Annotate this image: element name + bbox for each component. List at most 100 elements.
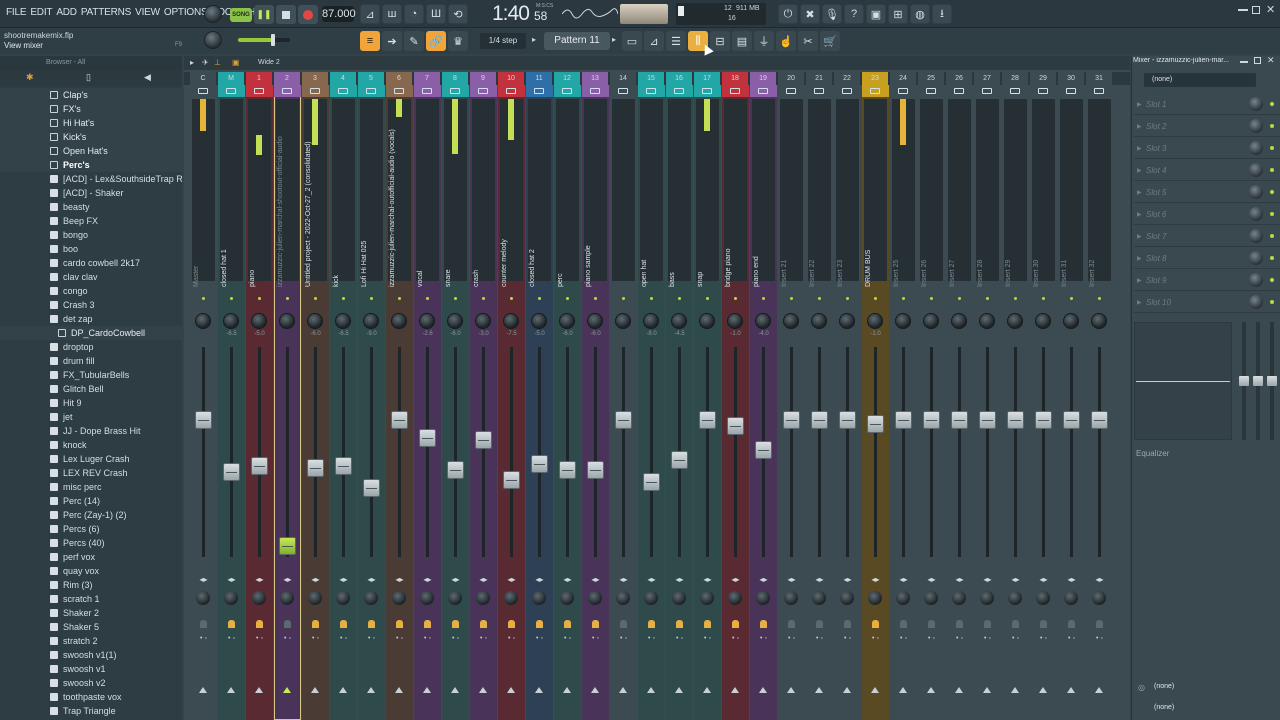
- route-send-icon[interactable]: [648, 620, 655, 628]
- fx-minimize-icon[interactable]: [1240, 61, 1248, 63]
- volume-fader[interactable]: [307, 459, 324, 477]
- track-enable-led[interactable]: [566, 297, 569, 300]
- stereo-knob[interactable]: [196, 591, 210, 605]
- slot-enable-led[interactable]: [1270, 168, 1274, 172]
- browser-file[interactable]: congo: [0, 284, 182, 298]
- track-enable-led[interactable]: [986, 297, 989, 300]
- menu-edit[interactable]: EDIT: [28, 7, 54, 18]
- track-enable-led[interactable]: [734, 297, 737, 300]
- fx-slot[interactable]: ▶ Slot 8: [1134, 248, 1280, 269]
- mixer-track-number[interactable]: 10: [498, 72, 524, 85]
- volume-fader[interactable]: [923, 411, 940, 429]
- volume-fader-track[interactable]: [874, 347, 877, 557]
- track-header[interactable]: [498, 85, 525, 97]
- volume-fader[interactable]: [839, 411, 856, 429]
- stereo-separation-icon[interactable]: ◂▸: [194, 575, 213, 584]
- channel-rack-view-button[interactable]: ⊟: [710, 31, 730, 51]
- volume-fader-track[interactable]: [958, 347, 961, 557]
- volume-fader[interactable]: [503, 471, 520, 489]
- route-send-icon[interactable]: [340, 620, 347, 628]
- mixer-track[interactable]: kick -6.5 ◂▸ • ◦: [330, 85, 357, 720]
- mixer-track[interactable]: Insert 27 ◂▸ • ◦: [946, 85, 973, 720]
- stereo-knob[interactable]: [672, 591, 686, 605]
- browser-file[interactable]: swoosh v2: [0, 676, 182, 690]
- track-enable-led[interactable]: [510, 297, 513, 300]
- help-button[interactable]: ?: [844, 4, 864, 24]
- tools-button[interactable]: ✖: [800, 4, 820, 24]
- pan-knob[interactable]: [755, 313, 771, 329]
- stereo-separation-icon[interactable]: ◂▸: [642, 575, 661, 584]
- route-dots-icon[interactable]: • ◦: [246, 635, 273, 642]
- stereo-separation-icon[interactable]: ◂▸: [1006, 575, 1025, 584]
- stereo-separation-icon[interactable]: ◂▸: [502, 575, 521, 584]
- track-enable-led[interactable]: [706, 297, 709, 300]
- mixer-track[interactable]: piano sample -6.0 ◂▸ • ◦: [582, 85, 609, 720]
- volume-fader-track[interactable]: [566, 347, 569, 557]
- mixer-layout-icon[interactable]: ▣: [232, 58, 240, 67]
- route-dots-icon[interactable]: • ◦: [526, 635, 553, 642]
- volume-fader-track[interactable]: [622, 347, 625, 557]
- browser-folder[interactable]: DP_CardoCowbell: [0, 326, 182, 340]
- stereo-separation-icon[interactable]: ◂▸: [670, 575, 689, 584]
- slot-expand-icon[interactable]: ▶: [1137, 167, 1142, 174]
- route-send-icon[interactable]: [1012, 620, 1019, 628]
- browser-file[interactable]: bongo: [0, 228, 182, 242]
- pan-knob[interactable]: [559, 313, 575, 329]
- browser-file[interactable]: [ACD] - Lex&SouthsideTrap Rim: [0, 172, 182, 186]
- menu-patterns[interactable]: PATTERNS: [79, 7, 133, 18]
- track-enable-led[interactable]: [370, 297, 373, 300]
- route-dots-icon[interactable]: • ◦: [666, 635, 693, 642]
- track-enable-led[interactable]: [958, 297, 961, 300]
- browser-file[interactable]: Perc (14): [0, 494, 182, 508]
- mixer-track-number[interactable]: 29: [1030, 72, 1056, 85]
- browser-file[interactable]: Shaker 2: [0, 606, 182, 620]
- track-header[interactable]: [862, 85, 889, 97]
- track-header[interactable]: [834, 85, 861, 97]
- pan-knob[interactable]: [923, 313, 939, 329]
- step-edit-button[interactable]: Ш: [426, 4, 446, 24]
- mixer-track-number[interactable]: 25: [918, 72, 944, 85]
- route-send-icon[interactable]: [704, 620, 711, 628]
- browser-file-icon[interactable]: ▯: [86, 72, 91, 83]
- mixer-track-number[interactable]: 17: [694, 72, 720, 85]
- mixer-track[interactable]: Insert 26 ◂▸ • ◦: [918, 85, 945, 720]
- stereo-separation-icon[interactable]: ◂▸: [614, 575, 633, 584]
- mixer-track[interactable]: closed hat 1 -6.5 ◂▸ • ◦: [218, 85, 245, 720]
- snap-selector[interactable]: 1/4 step: [480, 33, 526, 49]
- stereo-knob[interactable]: [616, 591, 630, 605]
- stereo-knob[interactable]: [728, 591, 742, 605]
- send-arrow-icon[interactable]: [1011, 687, 1019, 693]
- link-button[interactable]: 🔗: [426, 31, 446, 51]
- stereo-knob[interactable]: [560, 591, 574, 605]
- stereo-separation-icon[interactable]: ◂▸: [978, 575, 997, 584]
- stereo-separation-icon[interactable]: ◂▸: [1034, 575, 1053, 584]
- stereo-knob[interactable]: [364, 591, 378, 605]
- volume-fader-track[interactable]: [286, 347, 289, 557]
- fx-slot[interactable]: ▶ Slot 5: [1134, 182, 1280, 203]
- mixer-track[interactable]: Untitled project - 2022-Oct-27_2 (consol…: [302, 85, 329, 720]
- stereo-separation-icon[interactable]: ◂▸: [474, 575, 493, 584]
- route-dots-icon[interactable]: • ◦: [834, 635, 861, 642]
- pan-knob[interactable]: [895, 313, 911, 329]
- route-send-icon[interactable]: [1040, 620, 1047, 628]
- volume-fader-track[interactable]: [734, 347, 737, 557]
- stereo-separation-icon[interactable]: ◂▸: [334, 575, 353, 584]
- volume-fader[interactable]: [979, 411, 996, 429]
- close-icon[interactable]: ✕: [1266, 3, 1275, 16]
- volume-fader-track[interactable]: [930, 347, 933, 557]
- undo-history-button[interactable]: ⏻: [778, 4, 798, 24]
- route-send-icon[interactable]: [368, 620, 375, 628]
- volume-fader[interactable]: [391, 411, 408, 429]
- fx-slot[interactable]: ▶ Slot 6: [1134, 204, 1280, 225]
- track-enable-led[interactable]: [678, 297, 681, 300]
- pan-knob[interactable]: [671, 313, 687, 329]
- route-send-icon[interactable]: [312, 620, 319, 628]
- browser-file[interactable]: quay vox: [0, 564, 182, 578]
- track-enable-led[interactable]: [454, 297, 457, 300]
- stereo-knob[interactable]: [420, 591, 434, 605]
- stereo-separation-icon[interactable]: ◂▸: [530, 575, 549, 584]
- slot-expand-icon[interactable]: ▶: [1137, 145, 1142, 152]
- browser-file[interactable]: knock: [0, 438, 182, 452]
- volume-fader-track[interactable]: [846, 347, 849, 557]
- playlist-button[interactable]: ≡: [360, 31, 380, 51]
